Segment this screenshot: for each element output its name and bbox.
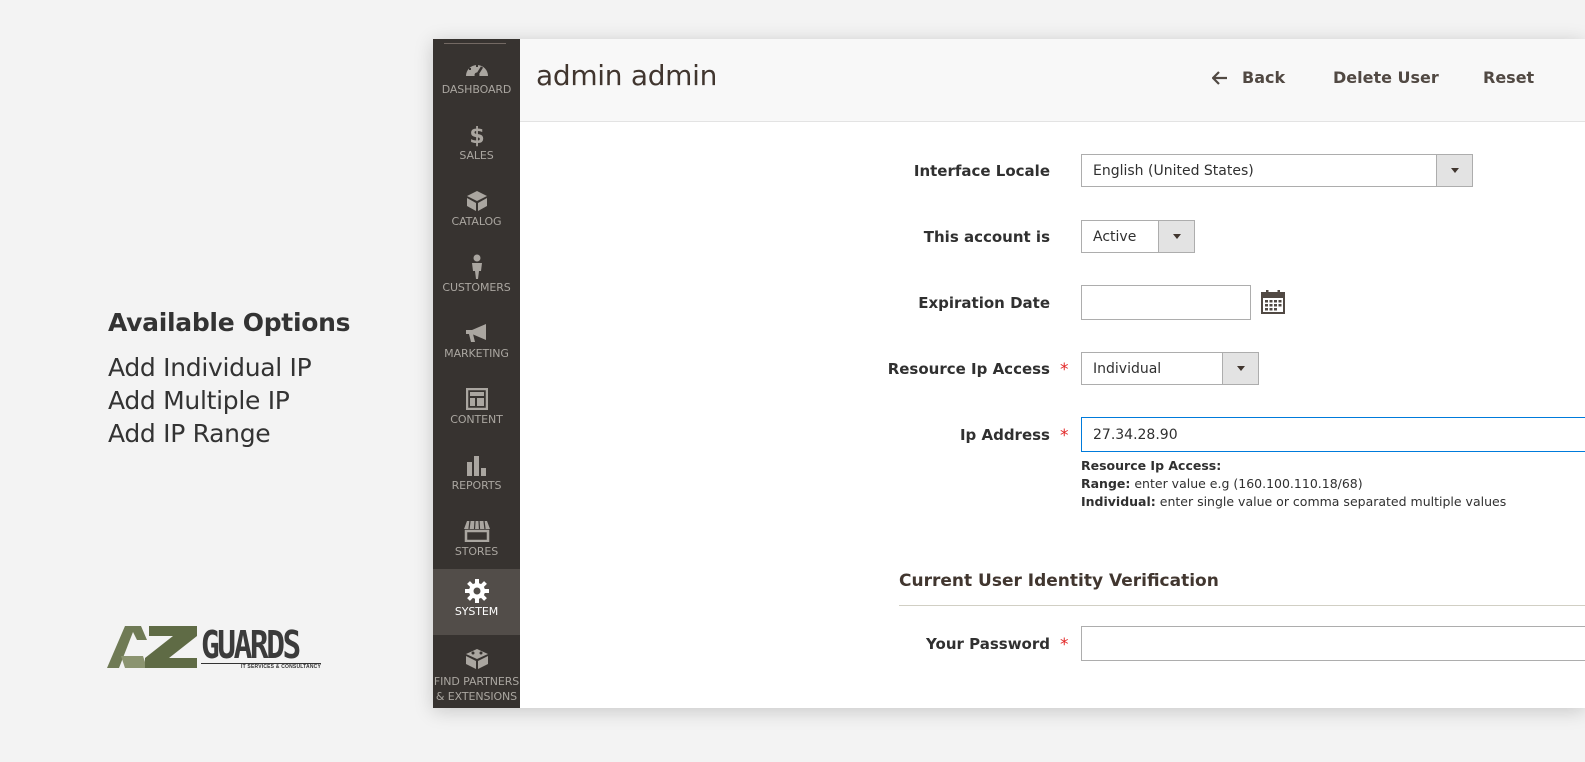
note-title: Resource Ip Access: xyxy=(1081,458,1222,473)
promo-option: Add Individual IP xyxy=(108,353,312,382)
calendar-icon[interactable] xyxy=(1261,290,1285,318)
back-button-label: Back xyxy=(1242,68,1286,87)
sidebar-item-system[interactable]: SYSTEM xyxy=(433,569,520,635)
person-icon xyxy=(469,254,485,279)
required-asterisk: * xyxy=(1060,635,1069,655)
gear-icon xyxy=(464,579,490,603)
brand-logo: GUARDS IT SERVICES & CONSULTANCY xyxy=(107,626,321,670)
interface-locale-label: Interface Locale xyxy=(913,162,1050,180)
promo-option: Add Multiple IP xyxy=(108,386,290,415)
sidebar-item-label: DASHBOARD xyxy=(441,83,512,96)
note-range-label: Range: xyxy=(1081,476,1131,491)
promo-panel: Available Options Add Individual IP Add … xyxy=(108,308,350,450)
sidebar-item-stores[interactable]: STORES xyxy=(433,509,520,575)
box-icon xyxy=(466,189,488,213)
sidebar-item-sales[interactable]: $ SALES xyxy=(433,113,520,179)
chevron-down-icon xyxy=(1158,221,1194,252)
sidebar-item-reports[interactable]: REPORTS xyxy=(433,443,520,509)
sidebar-item-dashboard[interactable]: DASHBOARD xyxy=(433,47,520,113)
expiration-date-input[interactable] xyxy=(1081,285,1251,320)
layout-icon xyxy=(465,387,488,411)
note-individual-text: enter single value or comma separated mu… xyxy=(1155,494,1507,509)
sidebar-item-marketing[interactable]: MARKETING xyxy=(433,311,520,377)
note-range-text: enter value e.g (160.100.110.18/68) xyxy=(1130,476,1363,491)
sidebar-item-find-partners[interactable]: FIND PARTNERS & EXTENSIONS xyxy=(433,641,520,708)
resource-ip-access-value: Individual xyxy=(1093,360,1162,377)
sidebar-item-label: CONTENT xyxy=(450,413,503,426)
page-title: admin admin xyxy=(536,59,718,92)
admin-sidebar: DASHBOARD $ SALES CATALOG CUSTOMERS MARK… xyxy=(433,39,520,708)
brand-mark-icon xyxy=(107,626,199,670)
admin-window: DASHBOARD $ SALES CATALOG CUSTOMERS MARK… xyxy=(433,39,1585,708)
blocks-icon xyxy=(464,647,490,671)
account-status-label: This account is xyxy=(923,228,1050,246)
required-asterisk: * xyxy=(1060,426,1069,446)
dollar-icon: $ xyxy=(467,123,487,147)
brand-name: GUARDS xyxy=(201,623,301,667)
note-individual-label: Individual: xyxy=(1081,494,1156,509)
ip-address-label: Ip Address xyxy=(959,426,1050,444)
ip-access-note: Resource Ip Access: Range: enter value e… xyxy=(1081,457,1585,511)
section-title-identity-verification: Current User Identity Verification xyxy=(899,571,1219,591)
interface-locale-select[interactable]: English (United States) xyxy=(1081,154,1473,187)
main-content: admin admin Back Delete User Reset Inter… xyxy=(520,39,1585,708)
sidebar-item-label: CUSTOMERS xyxy=(442,281,511,294)
page-header: admin admin Back Delete User Reset xyxy=(520,39,1585,122)
back-button[interactable]: Back xyxy=(1212,68,1285,87)
resource-ip-access-label: Resource Ip Access xyxy=(887,360,1050,378)
sidebar-item-customers[interactable]: CUSTOMERS xyxy=(433,245,520,311)
sidebar-item-catalog[interactable]: CATALOG xyxy=(433,179,520,245)
required-asterisk: * xyxy=(1060,360,1069,380)
sidebar-item-label: MARKETING xyxy=(444,347,509,360)
promo-heading: Available Options xyxy=(108,308,351,337)
sidebar-item-label: SALES xyxy=(459,149,494,162)
dashboard-icon xyxy=(464,57,490,81)
sidebar-item-content[interactable]: CONTENT xyxy=(433,377,520,443)
ip-address-input[interactable] xyxy=(1081,417,1585,452)
bar-chart-icon xyxy=(466,453,488,477)
password-label: Your Password xyxy=(926,635,1050,653)
chevron-down-icon xyxy=(1222,353,1258,384)
promo-option: Add IP Range xyxy=(108,419,271,448)
storefront-icon xyxy=(463,519,491,543)
arrow-left-icon xyxy=(1212,70,1228,85)
svg-text:$: $ xyxy=(469,124,484,147)
delete-user-button[interactable]: Delete User xyxy=(1333,68,1439,87)
reset-button[interactable]: Reset xyxy=(1483,68,1534,87)
sidebar-divider xyxy=(444,43,506,44)
promo-options-list: Add Individual IP Add Multiple IP Add IP… xyxy=(108,351,350,450)
account-status-select[interactable]: Active xyxy=(1081,220,1195,253)
interface-locale-value: English (United States) xyxy=(1093,162,1254,179)
expiration-date-label: Expiration Date xyxy=(918,294,1050,312)
sidebar-item-label: FIND PARTNERS & EXTENSIONS xyxy=(433,675,520,703)
sidebar-item-label: REPORTS xyxy=(451,479,502,492)
password-input[interactable] xyxy=(1081,626,1585,661)
section-divider xyxy=(899,605,1585,606)
sidebar-item-label: STORES xyxy=(454,545,499,558)
account-status-value: Active xyxy=(1093,228,1137,245)
megaphone-icon xyxy=(464,321,490,345)
sidebar-item-label: SYSTEM xyxy=(454,605,499,618)
chevron-down-icon xyxy=(1436,155,1472,186)
sidebar-item-label: CATALOG xyxy=(451,215,502,228)
resource-ip-access-select[interactable]: Individual xyxy=(1081,352,1259,385)
